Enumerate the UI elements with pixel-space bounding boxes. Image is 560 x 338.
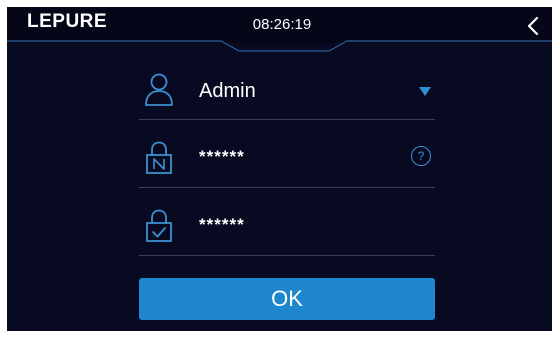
back-button[interactable] — [520, 13, 546, 39]
user-icon — [145, 73, 173, 106]
lock-check-icon — [146, 209, 172, 242]
lepure-logo: LEPURE — [27, 11, 108, 32]
user-select-row[interactable]: Admin — [139, 63, 435, 120]
username-value: Admin — [199, 80, 256, 102]
new-password-input[interactable] — [199, 147, 359, 167]
new-password-row: ? — [139, 131, 435, 188]
login-screen: LEPURE 08:26:19 Admin ? OK — [7, 7, 552, 331]
confirm-password-row — [139, 199, 435, 256]
clock-time: 08:26:19 — [252, 16, 312, 33]
ok-button[interactable]: OK — [139, 278, 435, 320]
confirm-password-input[interactable] — [199, 215, 359, 235]
chevron-left-icon — [527, 16, 539, 36]
triangle-down-icon[interactable] — [419, 87, 431, 96]
help-icon[interactable]: ? — [411, 146, 431, 166]
lock-n-icon — [146, 141, 172, 174]
